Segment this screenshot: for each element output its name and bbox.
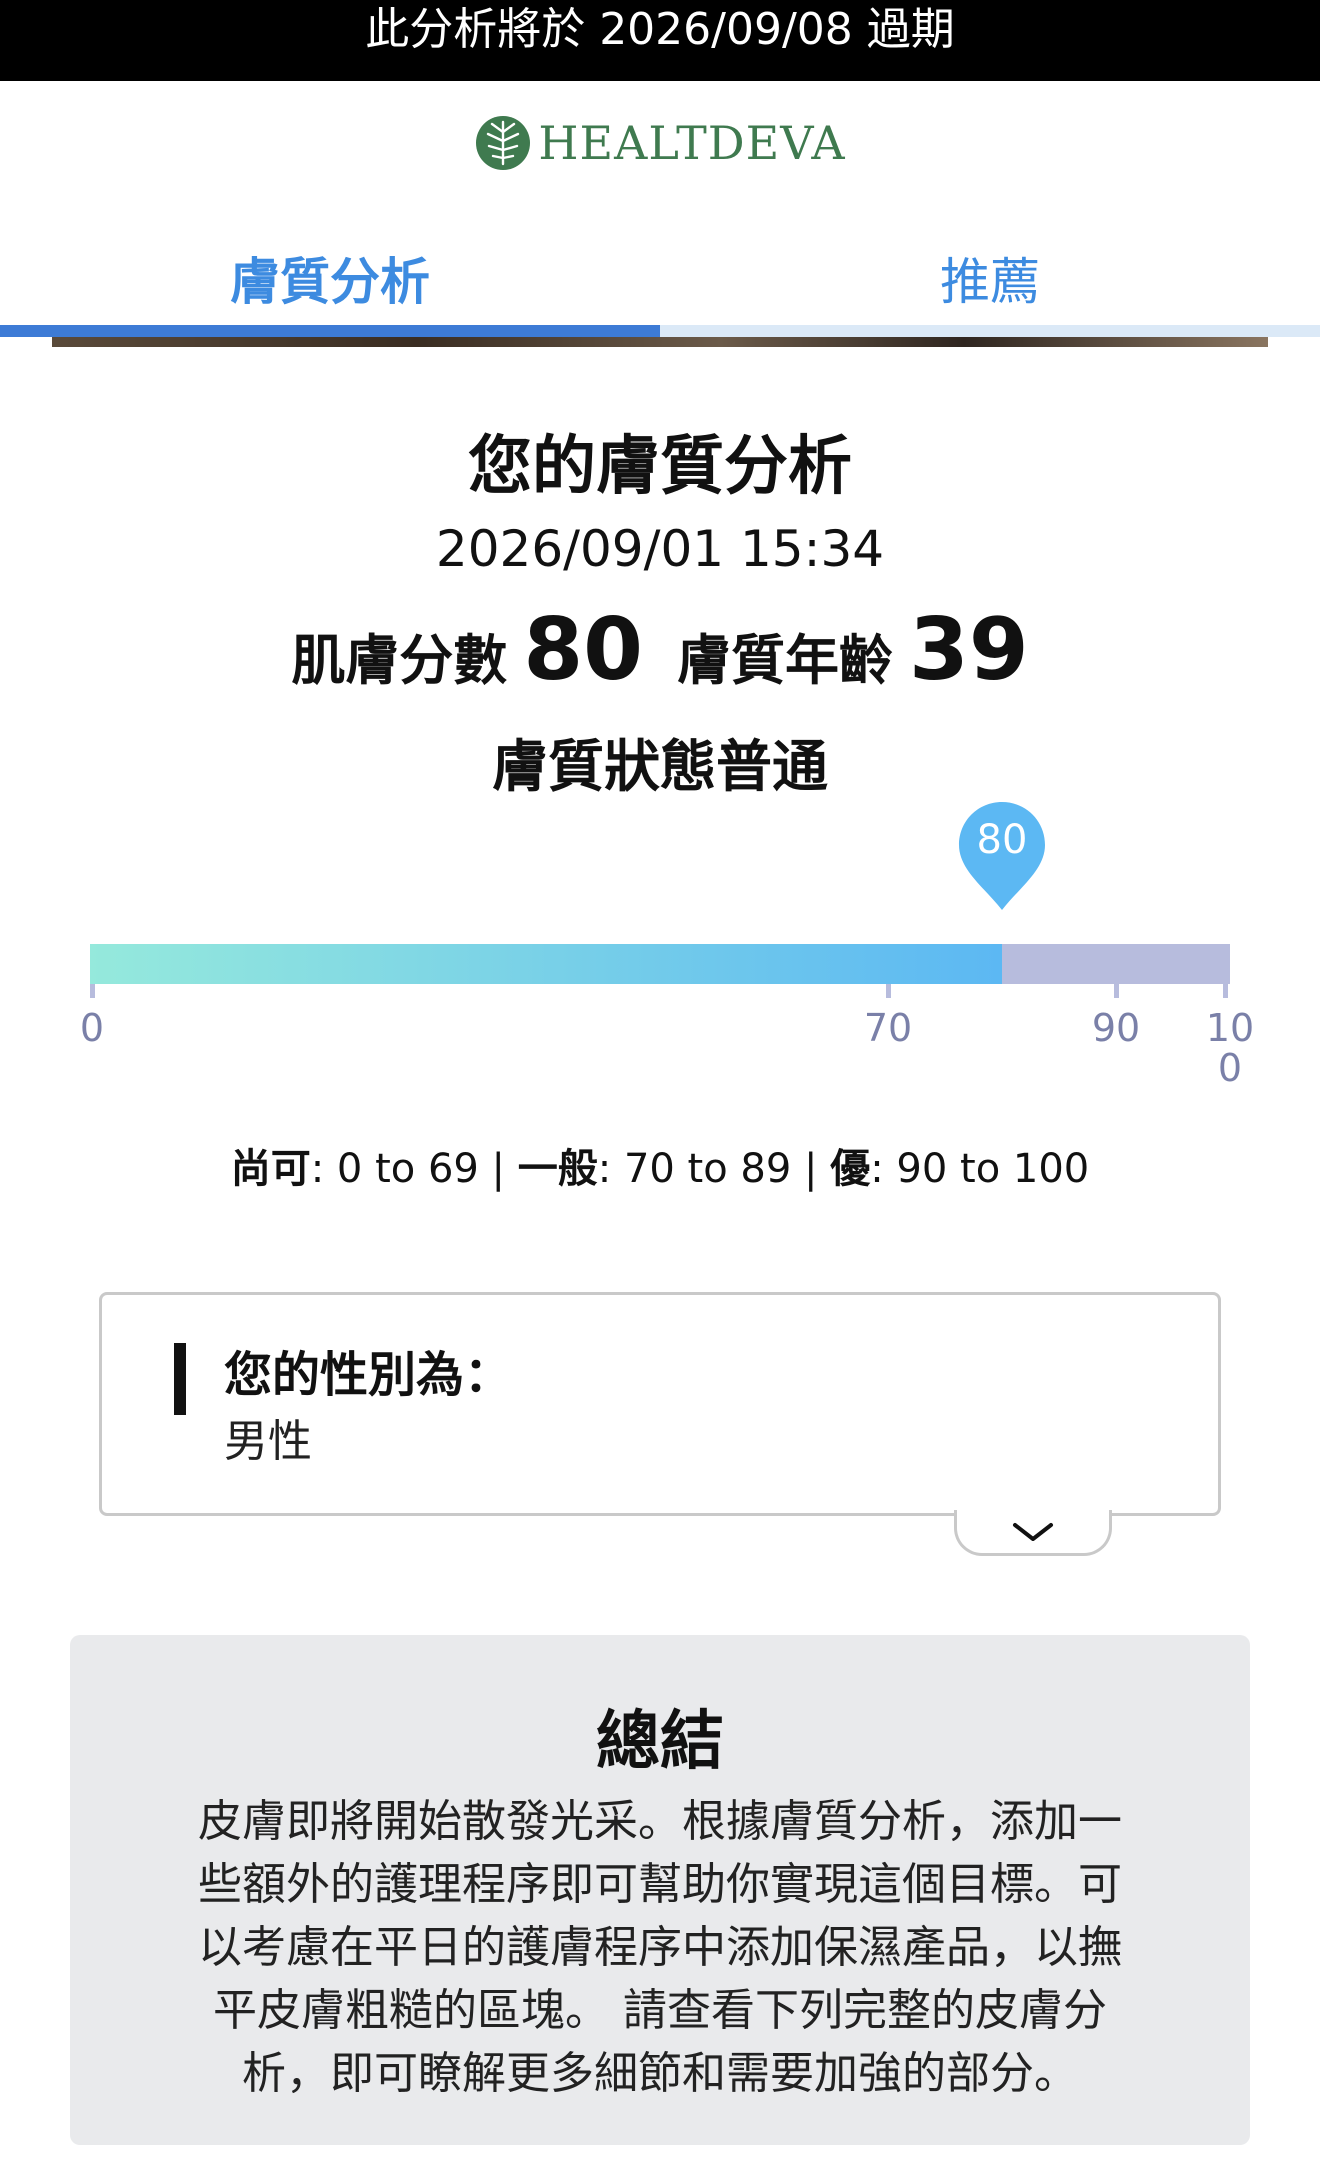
gauge-tick-label: 100 (1205, 1006, 1255, 1090)
gauge-tick-label: 90 (1091, 1006, 1141, 1050)
brand-logo: HEALTDEVA (0, 110, 1320, 176)
tab-recommendations[interactable]: 推薦 (660, 225, 1320, 330)
range-fair-values: : 0 to 69 | (310, 1146, 518, 1192)
skin-age-value: 39 (909, 600, 1029, 700)
tab-skin-analysis[interactable]: 膚質分析 (0, 225, 660, 330)
range-normal-label: 一般 (517, 1146, 598, 1192)
summary-line: 以考慮在平日的護膚程序中添加保濕產品，以撫 (198, 1922, 1122, 1973)
score-gauge-fill (90, 944, 1002, 984)
gauge-tick (886, 984, 891, 998)
summary-line: 皮膚即將開始散發光采。根據膚質分析，添加一 (198, 1796, 1122, 1847)
gauge-tick-label: 70 (863, 1006, 913, 1050)
score-marker-value: 80 (976, 817, 1028, 863)
brand-name: HEALTDEVA (538, 116, 846, 170)
gauge-tick (1114, 984, 1119, 998)
photo-strip (52, 337, 1268, 347)
chevron-down-icon (1013, 1522, 1053, 1541)
skin-status: 膚質狀態普通 (492, 735, 828, 800)
tab-active-indicator (0, 325, 660, 337)
gender-question: 您的性別為： (224, 1347, 513, 1403)
summary-title: 總結 (596, 1705, 724, 1779)
score-gauge-track (90, 944, 1230, 984)
skin-age-label: 膚質年齡 (677, 629, 893, 692)
range-good-values: : 90 to 100 (870, 1146, 1090, 1192)
skin-score-value: 80 (523, 600, 643, 700)
leaf-seal-icon (476, 116, 531, 170)
expiry-banner: 此分析將於 2026/09/08 過期 (0, 0, 1320, 81)
summary-panel: 總結 皮膚即將開始散發光采。根據膚質分析，添加一 些額外的護理程序即可幫助你實現… (70, 1635, 1250, 2145)
gender-answer: 男性 (224, 1416, 312, 1467)
gender-card: 您的性別為： 男性 (99, 1292, 1221, 1516)
gauge-tick (1223, 984, 1228, 998)
summary-line: 平皮膚粗糙的區塊。 請查看下列完整的皮膚分 (213, 1985, 1107, 2036)
score-marker-pin: 80 (957, 800, 1047, 912)
gauge-tick-label: 0 (79, 1006, 105, 1050)
score-range-legend: 尚可: 0 to 69 | 一般: 70 to 89 | 優: 90 to 10… (0, 1136, 1320, 1194)
skin-score-label: 肌膚分數 (291, 629, 508, 692)
tab-bar: 膚質分析 推薦 (0, 225, 1320, 337)
range-good-label: 優 (830, 1146, 871, 1192)
range-normal-values: : 70 to 89 | (597, 1146, 831, 1192)
analysis-datetime: 2026/09/01 15:34 (435, 520, 885, 578)
gender-expand-button[interactable] (954, 1510, 1112, 1556)
summary-line: 析，即可瞭解更多細節和需要加強的部分。 (242, 2048, 1078, 2099)
gender-accent-bar (174, 1343, 186, 1415)
gauge-tick (90, 984, 95, 998)
summary-text: 皮膚即將開始散發光采。根據膚質分析，添加一 些額外的護理程序即可幫助你實現這個目… (140, 1790, 1180, 2105)
score-row: 肌膚分數 80 膚質年齡 39 (0, 600, 1320, 700)
analysis-title: 您的膚質分析 (468, 430, 852, 504)
expiry-text: 此分析將於 2026/09/08 過期 (365, 4, 955, 55)
summary-line: 些額外的護理程序即可幫助你實現這個目標。可 (198, 1859, 1122, 1910)
range-fair-label: 尚可 (230, 1146, 311, 1192)
